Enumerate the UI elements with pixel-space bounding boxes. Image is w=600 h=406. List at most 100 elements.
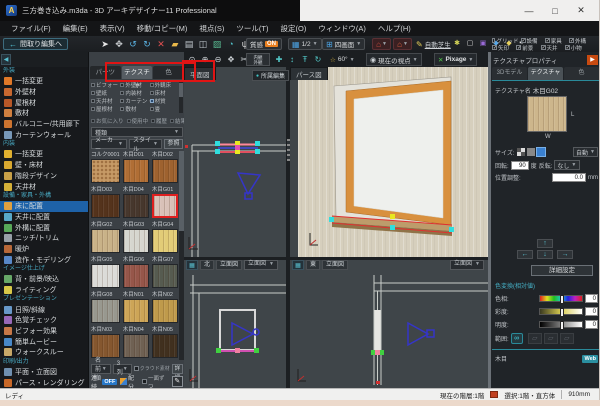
east-view-dropdown[interactable]: 立面図▼ — [450, 260, 484, 270]
menu-item[interactable]: 表示(V) — [95, 23, 130, 34]
browse-button[interactable]: 参照 — [164, 139, 183, 149]
orbit-icon[interactable]: ↻ — [313, 53, 323, 66]
elevate-icon[interactable]: ↕ — [287, 53, 297, 66]
category-scrollbar[interactable] — [179, 81, 183, 113]
texture-category-item[interactable]: 壁紙 — [91, 89, 120, 97]
menu-item[interactable]: ツール(T) — [231, 23, 273, 34]
layer-visibility-checkbox[interactable]: ✓前景 — [516, 44, 538, 51]
quad-view-button[interactable]: ⊞ 四画面 ▼ — [322, 38, 365, 50]
sidebar-item[interactable]: 床に配置 — [0, 201, 88, 212]
rotate-input[interactable]: 90 — [511, 161, 529, 170]
viewpoint-dropdown[interactable]: ◉ 現在の視点 ▼ — [366, 53, 422, 66]
zoom-fit-icon[interactable]: ✥ — [226, 53, 236, 66]
texture-swatch[interactable]: 木目G01 — [152, 186, 178, 219]
print-icon[interactable]: ◫ — [198, 37, 208, 51]
delete-icon[interactable]: ✕ — [156, 37, 166, 51]
bri-slider[interactable] — [539, 321, 583, 328]
catalog-tab-テクスチャ[interactable]: テクスチャ — [122, 66, 153, 79]
menu-item[interactable]: 視点(S) — [194, 23, 229, 34]
elevation-camera-icon[interactable] — [408, 323, 434, 345]
texture-swatch[interactable]: 木目G06 — [123, 256, 149, 289]
sidebar-item[interactable]: 日照/斜線 — [0, 304, 88, 315]
texture-category-item[interactable]: 屋根材 — [91, 105, 120, 113]
sidebar-item[interactable]: 一括変更 — [0, 76, 88, 87]
sidebar-item[interactable]: 天井材 — [0, 181, 88, 192]
direction-east-button[interactable]: 東 — [306, 260, 320, 270]
cloud-material-checkbox[interactable]: クラウド素材 — [134, 365, 170, 372]
maximize-button[interactable]: □ — [542, 6, 568, 16]
back-to-floorplan-button[interactable]: ← 間取り編集へ — [3, 38, 68, 50]
move-viewpoint-icon[interactable]: ✚ — [274, 53, 284, 66]
texture-swatch[interactable]: 木目G07 — [152, 256, 178, 289]
roof-model-dropdown[interactable]: ⌂▼ — [393, 38, 412, 50]
eyedropper-button[interactable]: ✎ — [172, 376, 183, 387]
sidebar-item[interactable]: 暖炉 — [0, 244, 88, 255]
sidebar-item[interactable]: 色覚チェック — [0, 315, 88, 326]
plan-view-canvas[interactable] — [184, 79, 286, 257]
catalog-tab-パーツ[interactable]: パーツ — [90, 66, 121, 79]
stretch-mode-icon[interactable] — [527, 148, 535, 156]
style-dropdown[interactable]: スタイル▼ — [129, 139, 162, 149]
filter-checkbox[interactable]: 使用中 — [127, 117, 149, 125]
property-tab-色[interactable]: 色 — [564, 67, 599, 80]
texture-swatch[interactable]: 木目D03 — [91, 186, 120, 219]
sidebar-item[interactable]: カーテンウォール — [0, 129, 88, 140]
texture-category-item[interactable]: 天井材 — [91, 97, 120, 105]
solid-model-dropdown[interactable]: ⌂▼ — [372, 38, 391, 50]
texture-swatch[interactable]: 木目G05 — [91, 256, 120, 289]
window-outline[interactable] — [220, 310, 255, 350]
sidebar-item[interactable]: 簡単ムービー — [0, 336, 88, 347]
material-quality-toggle[interactable]: 質感 ON — [246, 38, 282, 50]
auto-lawn-button[interactable]: ✎ 自動芝生 — [416, 38, 451, 50]
capture-icon[interactable]: ▨ — [212, 37, 222, 51]
panel-expand-button[interactable]: ▶ — [587, 55, 598, 65]
detail-settings-button[interactable]: 詳細設定 — [531, 265, 593, 276]
selection-frame-icon[interactable]: ▢ — [465, 37, 475, 51]
sidebar-item[interactable]: ライティング — [0, 285, 88, 296]
sidebar-item[interactable]: 外壁材 — [0, 87, 88, 98]
nudge-right-button[interactable]: → — [557, 250, 573, 259]
slider-value[interactable]: 0 — [585, 320, 598, 329]
web-badge[interactable]: Web — [582, 355, 598, 363]
gauge-icon[interactable]: ◔ — [226, 37, 236, 51]
texture-swatch[interactable]: 木目G04 — [152, 221, 178, 254]
half-resolution-button[interactable]: ▦ 1/2 ▼ — [288, 38, 322, 50]
north-view-dropdown[interactable]: 立面図▼ — [244, 260, 278, 270]
plan-selected-window[interactable] — [215, 141, 260, 154]
window-3d[interactable] — [334, 77, 451, 229]
zoom-out-icon[interactable]: ⊖ — [213, 53, 223, 66]
offset-input[interactable]: 0.0 — [552, 173, 586, 182]
filter-checkbox[interactable]: 履歴 — [151, 117, 167, 125]
menu-item[interactable]: ウィンドウ(A) — [313, 23, 371, 34]
zoom-window-icon[interactable]: ⊙ — [187, 53, 197, 66]
sidebar-item[interactable]: 敷材 — [0, 108, 88, 119]
slider-value[interactable]: 0 — [585, 307, 598, 316]
bug-icon[interactable]: ✱ — [452, 37, 462, 51]
sidebar-item[interactable]: 階段デザイン — [0, 171, 88, 182]
texture-category-item[interactable]: 外壁材 — [120, 81, 149, 89]
purple-box-icon[interactable]: ▣ — [478, 37, 488, 51]
sidebar-item[interactable]: 背・前景/映込 — [0, 274, 88, 285]
range-scope-button[interactable]: ▱ — [528, 333, 542, 344]
property-tab-テクスチャ[interactable]: テクスチャ — [528, 67, 563, 80]
menu-item[interactable]: ファイル(F) — [6, 23, 56, 34]
eye-height-icon[interactable]: Ŧ — [300, 53, 310, 66]
north-elevation-canvas[interactable] — [184, 271, 286, 388]
texture-swatch[interactable]: 木目G03 — [123, 221, 149, 254]
sidebar-item[interactable]: 平面・立面図 — [0, 367, 88, 378]
size-auto-dropdown[interactable]: 自動▼ — [573, 147, 598, 157]
plan-camera-icon[interactable] — [238, 173, 260, 199]
view-angle-dropdown[interactable]: ☆ 60° ▼ — [330, 53, 355, 66]
interior-exterior-toggle[interactable]: 内観 外観 — [246, 53, 270, 66]
menu-item[interactable]: 編集(E) — [58, 23, 93, 34]
layer-visibility-checkbox[interactable]: ✓天井 — [541, 44, 563, 51]
maker-dropdown[interactable]: メーカー▼ — [91, 139, 127, 149]
texture-category-item[interactable]: 外観床 — [150, 81, 179, 89]
texture-swatch[interactable]: 木目N04 — [123, 326, 149, 359]
sidebar-item[interactable]: 造作・モデリング — [0, 254, 88, 265]
detail-button[interactable]: 詳細 — [172, 364, 183, 374]
texture-swatch[interactable]: 木目N05 — [152, 326, 178, 359]
property-tab-3Dモデル[interactable]: 3Dモデル — [492, 67, 527, 80]
nudge-down-button[interactable]: ↓ — [537, 250, 553, 259]
texture-category-item[interactable]: カーテン・布 — [120, 97, 149, 105]
